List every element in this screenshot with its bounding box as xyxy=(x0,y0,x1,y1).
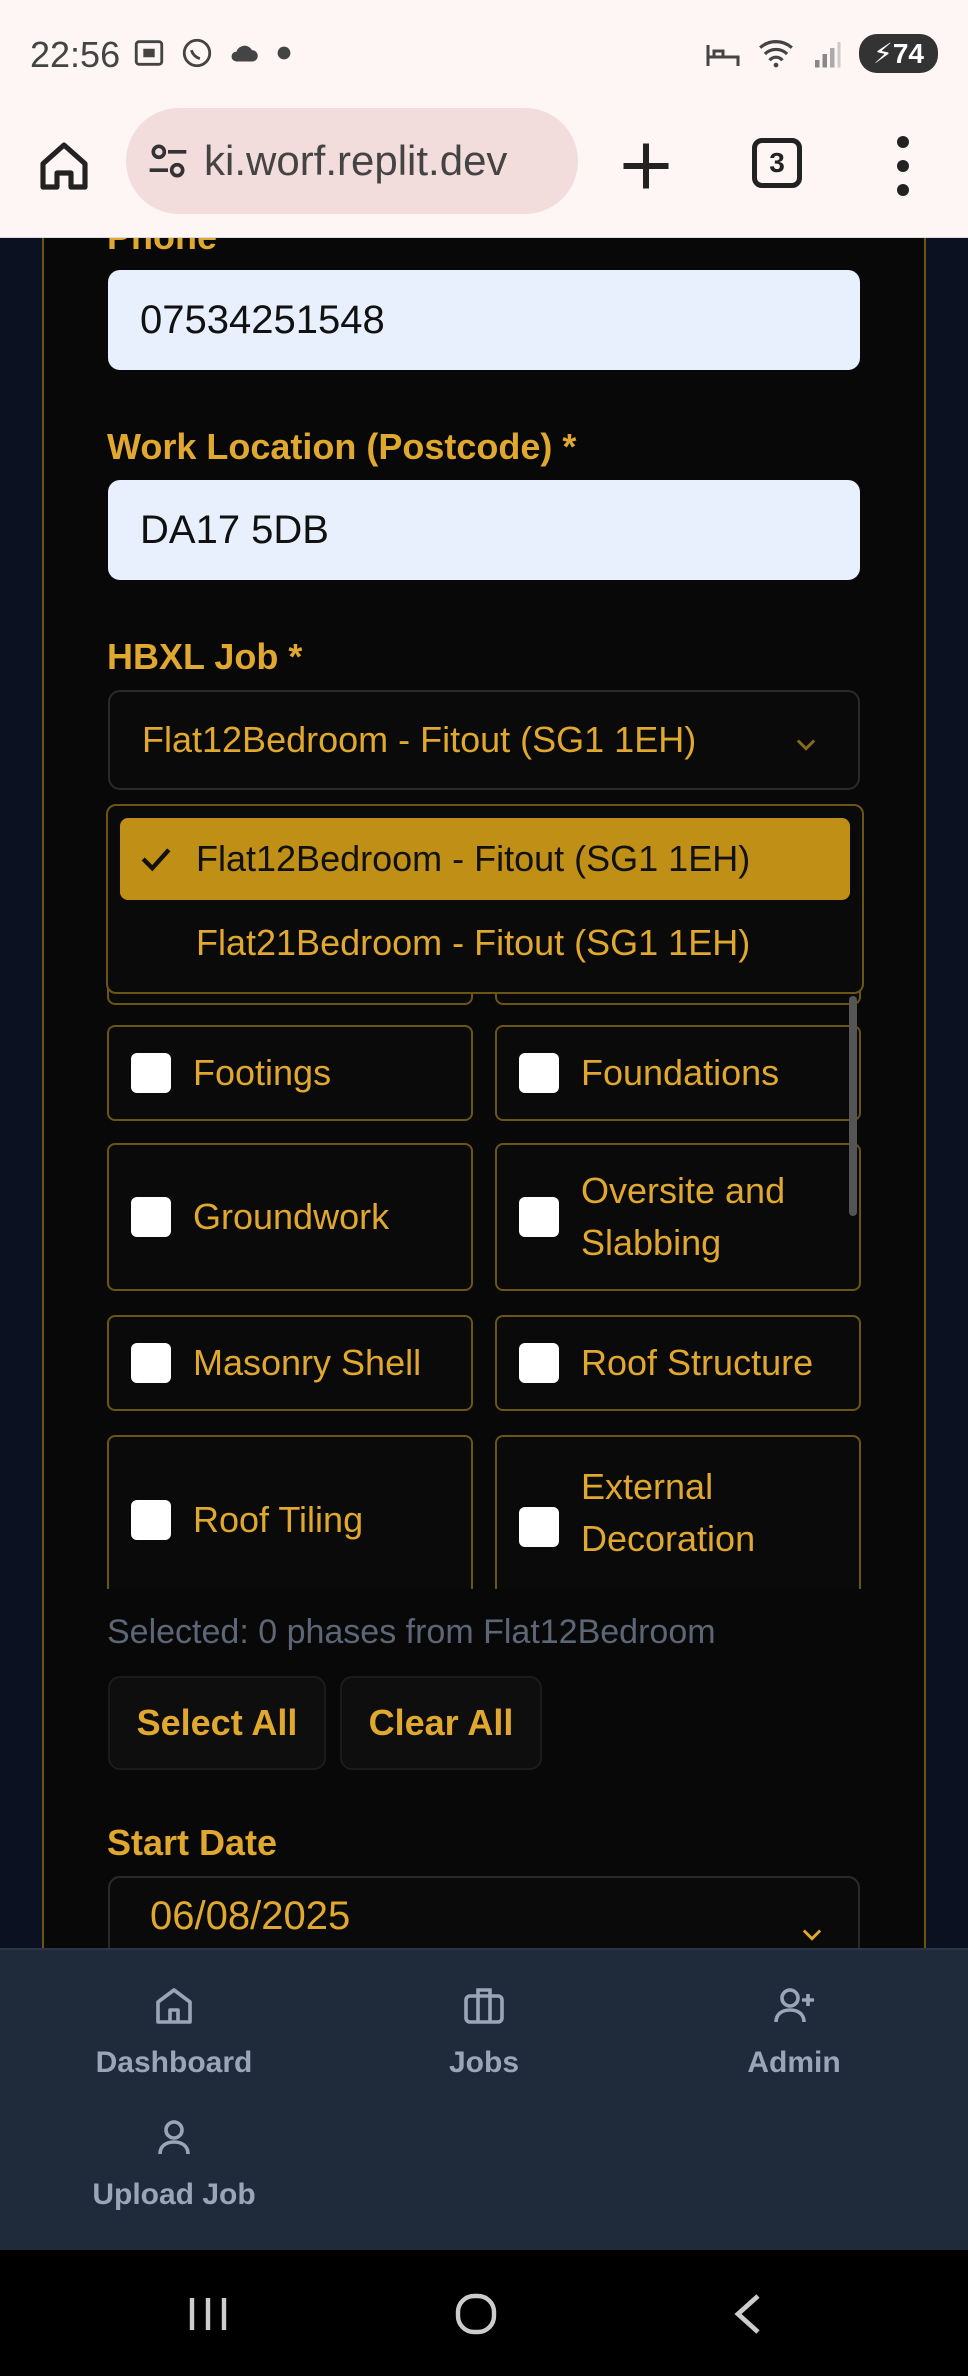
whatsapp-icon xyxy=(182,38,212,68)
check-icon xyxy=(141,848,171,872)
phase-item[interactable]: External Decoration xyxy=(495,1435,861,1589)
phase-item[interactable]: Oversite and Slabbing xyxy=(495,1143,861,1291)
cloud-icon xyxy=(231,45,258,62)
nav-jobs[interactable]: Jobs xyxy=(354,1982,614,2080)
briefcase-icon xyxy=(464,1988,504,2024)
phase-checkbox[interactable] xyxy=(519,1197,559,1237)
dot-icon xyxy=(277,46,291,60)
start-date-label: Start Date xyxy=(107,1822,278,1863)
nav-label: Admin xyxy=(747,2046,841,2079)
status-icons-left xyxy=(132,36,292,70)
phase-checkbox[interactable] xyxy=(131,1197,171,1237)
status-time: 22:56 xyxy=(30,34,121,75)
battery-level: 74 xyxy=(892,38,924,69)
phase-item[interactable]: Roof Tiling xyxy=(107,1435,473,1589)
nav-dashboard[interactable]: Dashboard xyxy=(44,1982,304,2080)
nav-label: Upload Job xyxy=(92,2178,256,2211)
phase-checkbox[interactable] xyxy=(131,1500,171,1540)
postcode-label: Work Location (Postcode) * xyxy=(107,426,577,467)
job-option-selected[interactable]: Flat12Bedroom - Fitout (SG1 1EH) xyxy=(120,818,850,900)
select-all-button[interactable]: Select All xyxy=(108,1676,326,1770)
phase-item[interactable]: Foundations xyxy=(495,1025,861,1121)
user-plus-icon xyxy=(774,1988,814,2023)
nav-admin[interactable]: Admin xyxy=(664,1982,924,2080)
recent-apps-icon[interactable] xyxy=(184,2294,232,2334)
home-icon xyxy=(156,1988,192,2024)
job-select[interactable]: Flat12Bedroom - Fitout (SG1 1EH) xyxy=(108,690,860,790)
phase-label: Foundations xyxy=(581,1052,780,1093)
start-date-input[interactable]: 06/08/2025 xyxy=(108,1876,860,1948)
battery-indicator: ⚡74 xyxy=(859,34,938,73)
bottom-navigation: Dashboard Jobs Admin Upload Job xyxy=(0,1948,968,2250)
clear-all-button[interactable]: Clear All xyxy=(340,1676,542,1770)
nav-label: Jobs xyxy=(448,2046,520,2079)
bed-icon xyxy=(706,44,740,66)
phase-label: Groundwork xyxy=(193,1196,390,1237)
wifi-icon xyxy=(759,39,794,67)
chevron-down-icon xyxy=(796,739,816,751)
phase-checkbox[interactable] xyxy=(131,1343,171,1383)
nav-label: Dashboard xyxy=(95,2046,253,2079)
job-option-label: Flat21Bedroom - Fitout (SG1 1EH) xyxy=(196,922,751,963)
system-navigation-bar xyxy=(0,2250,968,2376)
job-option-label: Flat12Bedroom - Fitout (SG1 1EH) xyxy=(196,838,751,879)
start-date-value: 06/08/2025 xyxy=(150,1894,351,1938)
status-icons-right: ⚡74 xyxy=(705,34,938,73)
url-text: ki.worf.replit.dev xyxy=(204,137,508,184)
address-bar[interactable]: ki.worf.replit.dev xyxy=(126,108,578,214)
phase-label: External Decoration xyxy=(581,1466,756,1559)
signal-icon xyxy=(815,41,841,67)
phase-item[interactable]: Roof Structure xyxy=(495,1315,861,1411)
phase-label: Roof Tiling xyxy=(193,1499,364,1540)
phase-item[interactable]: Masonry Shell xyxy=(107,1315,473,1411)
phase-label: Oversite and Slabbing xyxy=(581,1170,786,1263)
phone-input[interactable]: 07534251548 xyxy=(108,270,860,370)
phase-label: Roof Structure xyxy=(581,1342,814,1383)
phase-checkbox[interactable] xyxy=(519,1343,559,1383)
phase-item[interactable]: Footings xyxy=(107,1025,473,1121)
selected-phases-summary: Selected: 0 phases from Flat12Bedroom xyxy=(107,1613,716,1651)
phase-checkbox[interactable] xyxy=(519,1507,559,1547)
nav-upload-job[interactable]: Upload Job xyxy=(44,2114,304,2212)
site-settings-icon[interactable] xyxy=(146,139,190,183)
phone-label: Phone xyxy=(107,238,217,258)
chevron-down-icon xyxy=(802,1929,822,1941)
screenshot-icon xyxy=(134,40,164,66)
home-icon[interactable] xyxy=(36,138,92,194)
job-dropdown-list: Flat12Bedroom - Fitout (SG1 1EH) Flat21B… xyxy=(106,804,864,994)
more-menu-icon[interactable] xyxy=(888,136,918,196)
main-content: Phone 07534251548 Work Location (Postcod… xyxy=(0,238,968,1948)
browser-toolbar: ki.worf.replit.dev 3 xyxy=(0,108,968,238)
phase-checkbox[interactable] xyxy=(131,1053,171,1093)
postcode-input[interactable]: DA17 5DB xyxy=(108,480,860,580)
home-button-icon[interactable] xyxy=(452,2290,500,2338)
job-option[interactable]: Flat21Bedroom - Fitout (SG1 1EH) xyxy=(120,902,850,984)
tab-switcher-button[interactable]: 3 xyxy=(752,138,802,188)
phase-checkbox[interactable] xyxy=(519,1053,559,1093)
phase-item[interactable]: Groundwork xyxy=(107,1143,473,1291)
phase-label: Footings xyxy=(193,1052,332,1093)
phases-scrollbar[interactable] xyxy=(849,996,857,1216)
phases-grid: Footings Foundations Groundwork Oversite… xyxy=(107,985,861,1589)
phase-label: Masonry Shell xyxy=(193,1342,422,1383)
job-select-value: Flat12Bedroom - Fitout (SG1 1EH) xyxy=(142,719,697,760)
back-icon[interactable] xyxy=(728,2290,768,2338)
status-bar: 22:56 ⚡74 xyxy=(0,0,968,108)
user-icon xyxy=(158,2120,190,2155)
job-label: HBXL Job * xyxy=(107,636,303,677)
new-tab-icon[interactable] xyxy=(616,136,676,196)
